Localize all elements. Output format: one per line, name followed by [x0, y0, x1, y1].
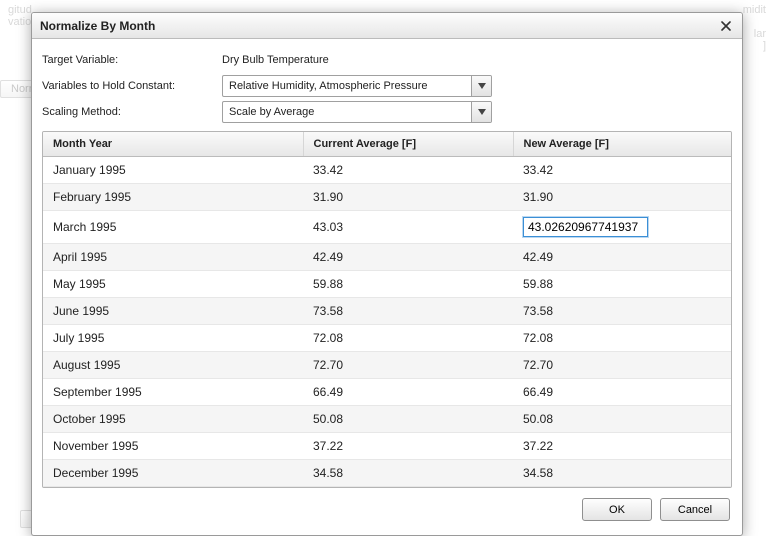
scaling-method-dropdown-arrow[interactable]	[471, 102, 491, 122]
cell-current-average[interactable]: 43.03	[303, 211, 513, 244]
averages-table: Month Year Current Average [F] New Avera…	[42, 131, 732, 488]
cancel-button[interactable]: Cancel	[660, 498, 730, 521]
cell-month[interactable]: March 1995	[43, 211, 303, 244]
table-header-row: Month Year Current Average [F] New Avera…	[43, 132, 731, 157]
cell-month[interactable]: October 1995	[43, 406, 303, 433]
hold-constant-dropdown-arrow[interactable]	[471, 76, 491, 96]
table-row[interactable]: August 199572.7072.70	[43, 352, 731, 379]
cell-new-average[interactable]: 59.88	[513, 271, 731, 298]
cell-new-average[interactable]: 37.22	[513, 433, 731, 460]
target-variable-value: Dry Bulb Temperature	[222, 54, 329, 66]
scaling-method-select[interactable]: Scale by Average	[222, 101, 492, 123]
hold-constant-row: Variables to Hold Constant: Relative Hum…	[42, 75, 732, 97]
table-row[interactable]: September 199566.4966.49	[43, 379, 731, 406]
cell-new-average[interactable]	[513, 211, 731, 244]
cell-current-average[interactable]: 33.42	[303, 157, 513, 184]
cell-current-average[interactable]: 72.70	[303, 352, 513, 379]
hold-constant-label: Variables to Hold Constant:	[42, 80, 222, 92]
scaling-method-row: Scaling Method: Scale by Average	[42, 101, 732, 123]
scaling-method-label: Scaling Method:	[42, 106, 222, 118]
close-icon	[721, 21, 731, 31]
table-row[interactable]: December 199534.5834.58	[43, 460, 731, 487]
cell-current-average[interactable]: 31.90	[303, 184, 513, 211]
cell-month[interactable]: December 1995	[43, 460, 303, 487]
table-row[interactable]: March 199543.03	[43, 211, 731, 244]
cell-month[interactable]: July 1995	[43, 325, 303, 352]
dialog-titlebar[interactable]: Normalize By Month	[32, 13, 742, 39]
cell-new-average[interactable]: 73.58	[513, 298, 731, 325]
target-variable-label: Target Variable:	[42, 54, 222, 66]
col-header-new[interactable]: New Average [F]	[513, 132, 731, 157]
cell-current-average[interactable]: 50.08	[303, 406, 513, 433]
normalize-dialog: Normalize By Month Target Variable: Dry …	[31, 12, 743, 536]
scaling-method-selected: Scale by Average	[223, 106, 471, 118]
cell-current-average[interactable]: 72.08	[303, 325, 513, 352]
table-row[interactable]: June 199573.5873.58	[43, 298, 731, 325]
chevron-down-icon	[478, 109, 486, 115]
cell-month[interactable]: May 1995	[43, 271, 303, 298]
ok-button[interactable]: OK	[582, 498, 652, 521]
cell-month[interactable]: June 1995	[43, 298, 303, 325]
cell-month[interactable]: April 1995	[43, 244, 303, 271]
cell-month[interactable]: August 1995	[43, 352, 303, 379]
table-row[interactable]: July 199572.0872.08	[43, 325, 731, 352]
target-variable-row: Target Variable: Dry Bulb Temperature	[42, 49, 732, 71]
hold-constant-selected: Relative Humidity, Atmospheric Pressure	[223, 80, 471, 92]
cell-month[interactable]: September 1995	[43, 379, 303, 406]
table-row[interactable]: May 199559.8859.88	[43, 271, 731, 298]
col-header-month[interactable]: Month Year	[43, 132, 303, 157]
cell-new-average[interactable]: 42.49	[513, 244, 731, 271]
cell-month[interactable]: February 1995	[43, 184, 303, 211]
table-row[interactable]: February 199531.9031.90	[43, 184, 731, 211]
cell-current-average[interactable]: 42.49	[303, 244, 513, 271]
cell-current-average[interactable]: 34.58	[303, 460, 513, 487]
cell-current-average[interactable]: 66.49	[303, 379, 513, 406]
table-row[interactable]: November 199537.2237.22	[43, 433, 731, 460]
cell-new-average[interactable]: 31.90	[513, 184, 731, 211]
table-row[interactable]: January 199533.4233.42	[43, 157, 731, 184]
close-button[interactable]	[718, 18, 734, 34]
hold-constant-select[interactable]: Relative Humidity, Atmospheric Pressure	[222, 75, 492, 97]
cell-current-average[interactable]: 37.22	[303, 433, 513, 460]
table-row[interactable]: October 199550.0850.08	[43, 406, 731, 433]
cell-month[interactable]: November 1995	[43, 433, 303, 460]
cell-new-average[interactable]: 50.08	[513, 406, 731, 433]
cell-current-average[interactable]: 73.58	[303, 298, 513, 325]
cell-new-average[interactable]: 66.49	[513, 379, 731, 406]
cell-new-average[interactable]: 34.58	[513, 460, 731, 487]
cell-new-average[interactable]: 72.08	[513, 325, 731, 352]
col-header-current[interactable]: Current Average [F]	[303, 132, 513, 157]
dialog-footer: OK Cancel	[42, 488, 732, 523]
cell-current-average[interactable]: 59.88	[303, 271, 513, 298]
cell-new-average[interactable]: 33.42	[513, 157, 731, 184]
table-row[interactable]: April 199542.4942.49	[43, 244, 731, 271]
cell-new-average[interactable]: 72.70	[513, 352, 731, 379]
dialog-title: Normalize By Month	[40, 19, 155, 33]
cell-month[interactable]: January 1995	[43, 157, 303, 184]
new-average-input[interactable]	[523, 217, 648, 237]
chevron-down-icon	[478, 83, 486, 89]
